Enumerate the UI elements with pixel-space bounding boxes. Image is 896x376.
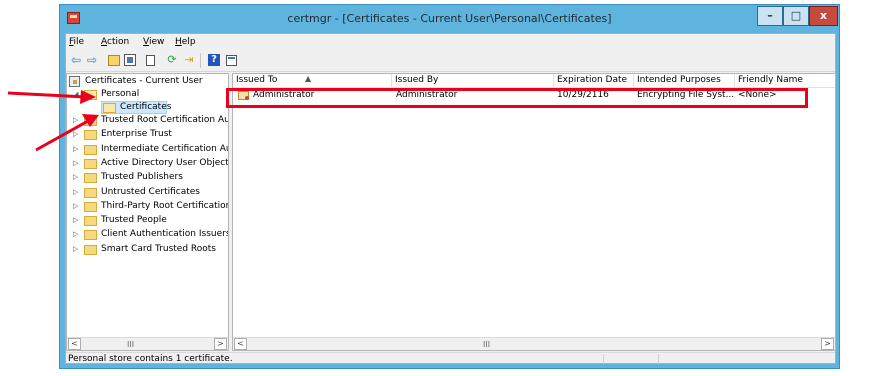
certificates-snapin-icon <box>69 76 80 87</box>
collapsed-arrow-icon[interactable]: ▷ <box>73 186 81 199</box>
properties-icon[interactable] <box>226 55 237 66</box>
scroll-thumb-grip[interactable]: III <box>483 340 490 349</box>
back-arrow-icon[interactable]: ⇦ <box>69 53 83 67</box>
folder-icon <box>84 230 97 241</box>
column-expiration-date[interactable]: Expiration Date <box>554 74 634 87</box>
toolbar-separator <box>200 53 201 68</box>
folder-icon <box>84 187 97 198</box>
status-divider <box>603 354 604 364</box>
collapsed-arrow-icon[interactable]: ▷ <box>73 214 81 227</box>
list-horizontal-scrollbar[interactable]: < III > <box>233 337 835 350</box>
certmgr-window: certmgr - [Certificates - Current User\P… <box>59 4 840 369</box>
collapsed-arrow-icon[interactable]: ▷ <box>73 200 81 213</box>
certificate-list[interactable]: Issued To ▲ Issued By Expiration Date In… <box>232 73 836 351</box>
status-divider <box>658 354 659 364</box>
tree-store-label: Enterprise Trust <box>101 129 172 140</box>
scroll-thumb-grip[interactable]: III <box>127 340 134 349</box>
title-bar[interactable]: certmgr - [Certificates - Current User\P… <box>60 5 839 33</box>
close-button[interactable]: x <box>809 6 838 26</box>
column-intended-purposes[interactable]: Intended Purposes <box>634 74 735 87</box>
tree-store-label: Untrusted Certificates <box>101 186 200 197</box>
folder-icon <box>84 173 97 184</box>
tree-node-personal[interactable]: ◢ Personal <box>69 88 228 101</box>
tree-store-label: Intermediate Certification Au <box>101 143 229 154</box>
tree-store-label: Client Authentication Issuers <box>101 229 229 240</box>
window-title: certmgr - [Certificates - Current User\P… <box>287 12 612 25</box>
tree-node-store[interactable]: ▷ Smart Card Trusted Roots <box>69 243 228 256</box>
scroll-left-button[interactable]: < <box>68 338 81 350</box>
collapsed-arrow-icon[interactable]: ▷ <box>73 228 81 241</box>
column-issued-to[interactable]: Issued To ▲ <box>233 74 392 87</box>
tree-store-label: Trusted Publishers <box>101 172 183 183</box>
collapsed-arrow-icon[interactable]: ▷ <box>73 157 81 170</box>
menu-help[interactable]: Help <box>175 37 196 47</box>
scroll-right-button[interactable]: > <box>214 338 227 350</box>
folder-open-icon <box>103 103 116 113</box>
tree-store-label: Third-Party Root Certification <box>101 200 229 211</box>
copy-icon[interactable] <box>146 55 155 66</box>
help-icon[interactable]: ? <box>208 54 220 66</box>
show-hide-tree-icon[interactable] <box>124 54 136 66</box>
tree-node-store[interactable]: ▷ Enterprise Trust <box>69 128 228 141</box>
up-folder-icon[interactable] <box>108 55 120 66</box>
expanded-arrow-icon[interactable]: ◢ <box>73 88 81 101</box>
status-bar: Personal store contains 1 certificate. <box>66 352 835 364</box>
collapsed-arrow-icon[interactable]: ▷ <box>73 143 81 156</box>
tree-store-label: Trusted Root Certification Au <box>101 115 229 125</box>
collapsed-arrow-icon[interactable]: ▷ <box>73 128 81 141</box>
folder-icon <box>84 144 97 155</box>
folder-icon <box>84 201 97 212</box>
status-text: Personal store contains 1 certificate. <box>68 354 233 364</box>
tree-store-label: Smart Card Trusted Roots <box>101 243 216 254</box>
client-area: File Action View Help ⇦ ⇨ ⟳ ⇥ ? Certific… <box>65 33 836 364</box>
tree-node-store[interactable]: ▷ Trusted Publishers <box>69 171 228 184</box>
scroll-right-button[interactable]: > <box>821 338 834 350</box>
tree-node-store[interactable]: ▷ Trusted Root Certification Au <box>69 114 229 127</box>
collapsed-arrow-icon[interactable]: ▷ <box>73 171 81 184</box>
folder-icon <box>84 130 97 141</box>
column-issued-to-label: Issued To <box>236 75 278 85</box>
tree-node-certificates[interactable]: Certificates <box>103 101 173 114</box>
annotation-highlight-box <box>226 88 808 108</box>
tree-node-store[interactable]: ▷ Trusted People <box>69 214 228 227</box>
tree-node-store[interactable]: ▷ Client Authentication Issuers <box>69 228 229 241</box>
tree-certificates-label: Certificates <box>120 102 172 112</box>
tree-root-label: Certificates - Current User <box>85 76 203 86</box>
console-tree[interactable]: Certificates - Current User ◢ Personal C… <box>66 73 229 351</box>
list-header: Issued To ▲ Issued By Expiration Date In… <box>233 74 835 88</box>
column-issued-by[interactable]: Issued By <box>392 74 554 87</box>
minimize-button[interactable]: – <box>757 6 783 26</box>
tree-node-store[interactable]: ▷ Intermediate Certification Au <box>69 143 229 156</box>
forward-arrow-icon[interactable]: ⇨ <box>85 53 99 67</box>
column-friendly-name[interactable]: Friendly Name <box>735 74 835 87</box>
export-list-icon[interactable]: ⇥ <box>182 53 196 67</box>
folder-icon <box>84 158 97 169</box>
tree-node-root[interactable]: Certificates - Current User <box>69 75 228 88</box>
menu-view[interactable]: View <box>143 37 164 47</box>
collapsed-arrow-icon[interactable]: ▷ <box>73 114 81 127</box>
folder-icon <box>84 216 97 227</box>
sort-ascending-icon: ▲ <box>305 74 312 83</box>
scroll-left-button[interactable]: < <box>234 338 247 350</box>
maximize-button[interactable]: □ <box>783 6 809 26</box>
refresh-icon[interactable]: ⟳ <box>165 53 179 67</box>
tree-node-store[interactable]: ▷ Third-Party Root Certification <box>69 200 229 213</box>
tree-horizontal-scrollbar[interactable]: < III > <box>67 337 228 350</box>
tree-node-store[interactable]: ▷ Active Directory User Object <box>69 157 229 170</box>
folder-open-icon <box>84 90 97 100</box>
collapsed-arrow-icon[interactable]: ▷ <box>73 243 81 256</box>
tree-store-label: Active Directory User Object <box>101 157 229 168</box>
menu-action[interactable]: Action <box>101 37 129 47</box>
folder-icon <box>84 116 97 126</box>
menu-bar: File Action View Help <box>66 34 835 50</box>
tree-store-label: Trusted People <box>101 215 167 226</box>
folder-icon <box>84 244 97 255</box>
tree-node-store[interactable]: ▷ Untrusted Certificates <box>69 186 228 199</box>
toolbar: ⇦ ⇨ ⟳ ⇥ ? <box>66 50 835 72</box>
tree-personal-label: Personal <box>101 89 140 99</box>
menu-file[interactable]: File <box>69 37 84 47</box>
